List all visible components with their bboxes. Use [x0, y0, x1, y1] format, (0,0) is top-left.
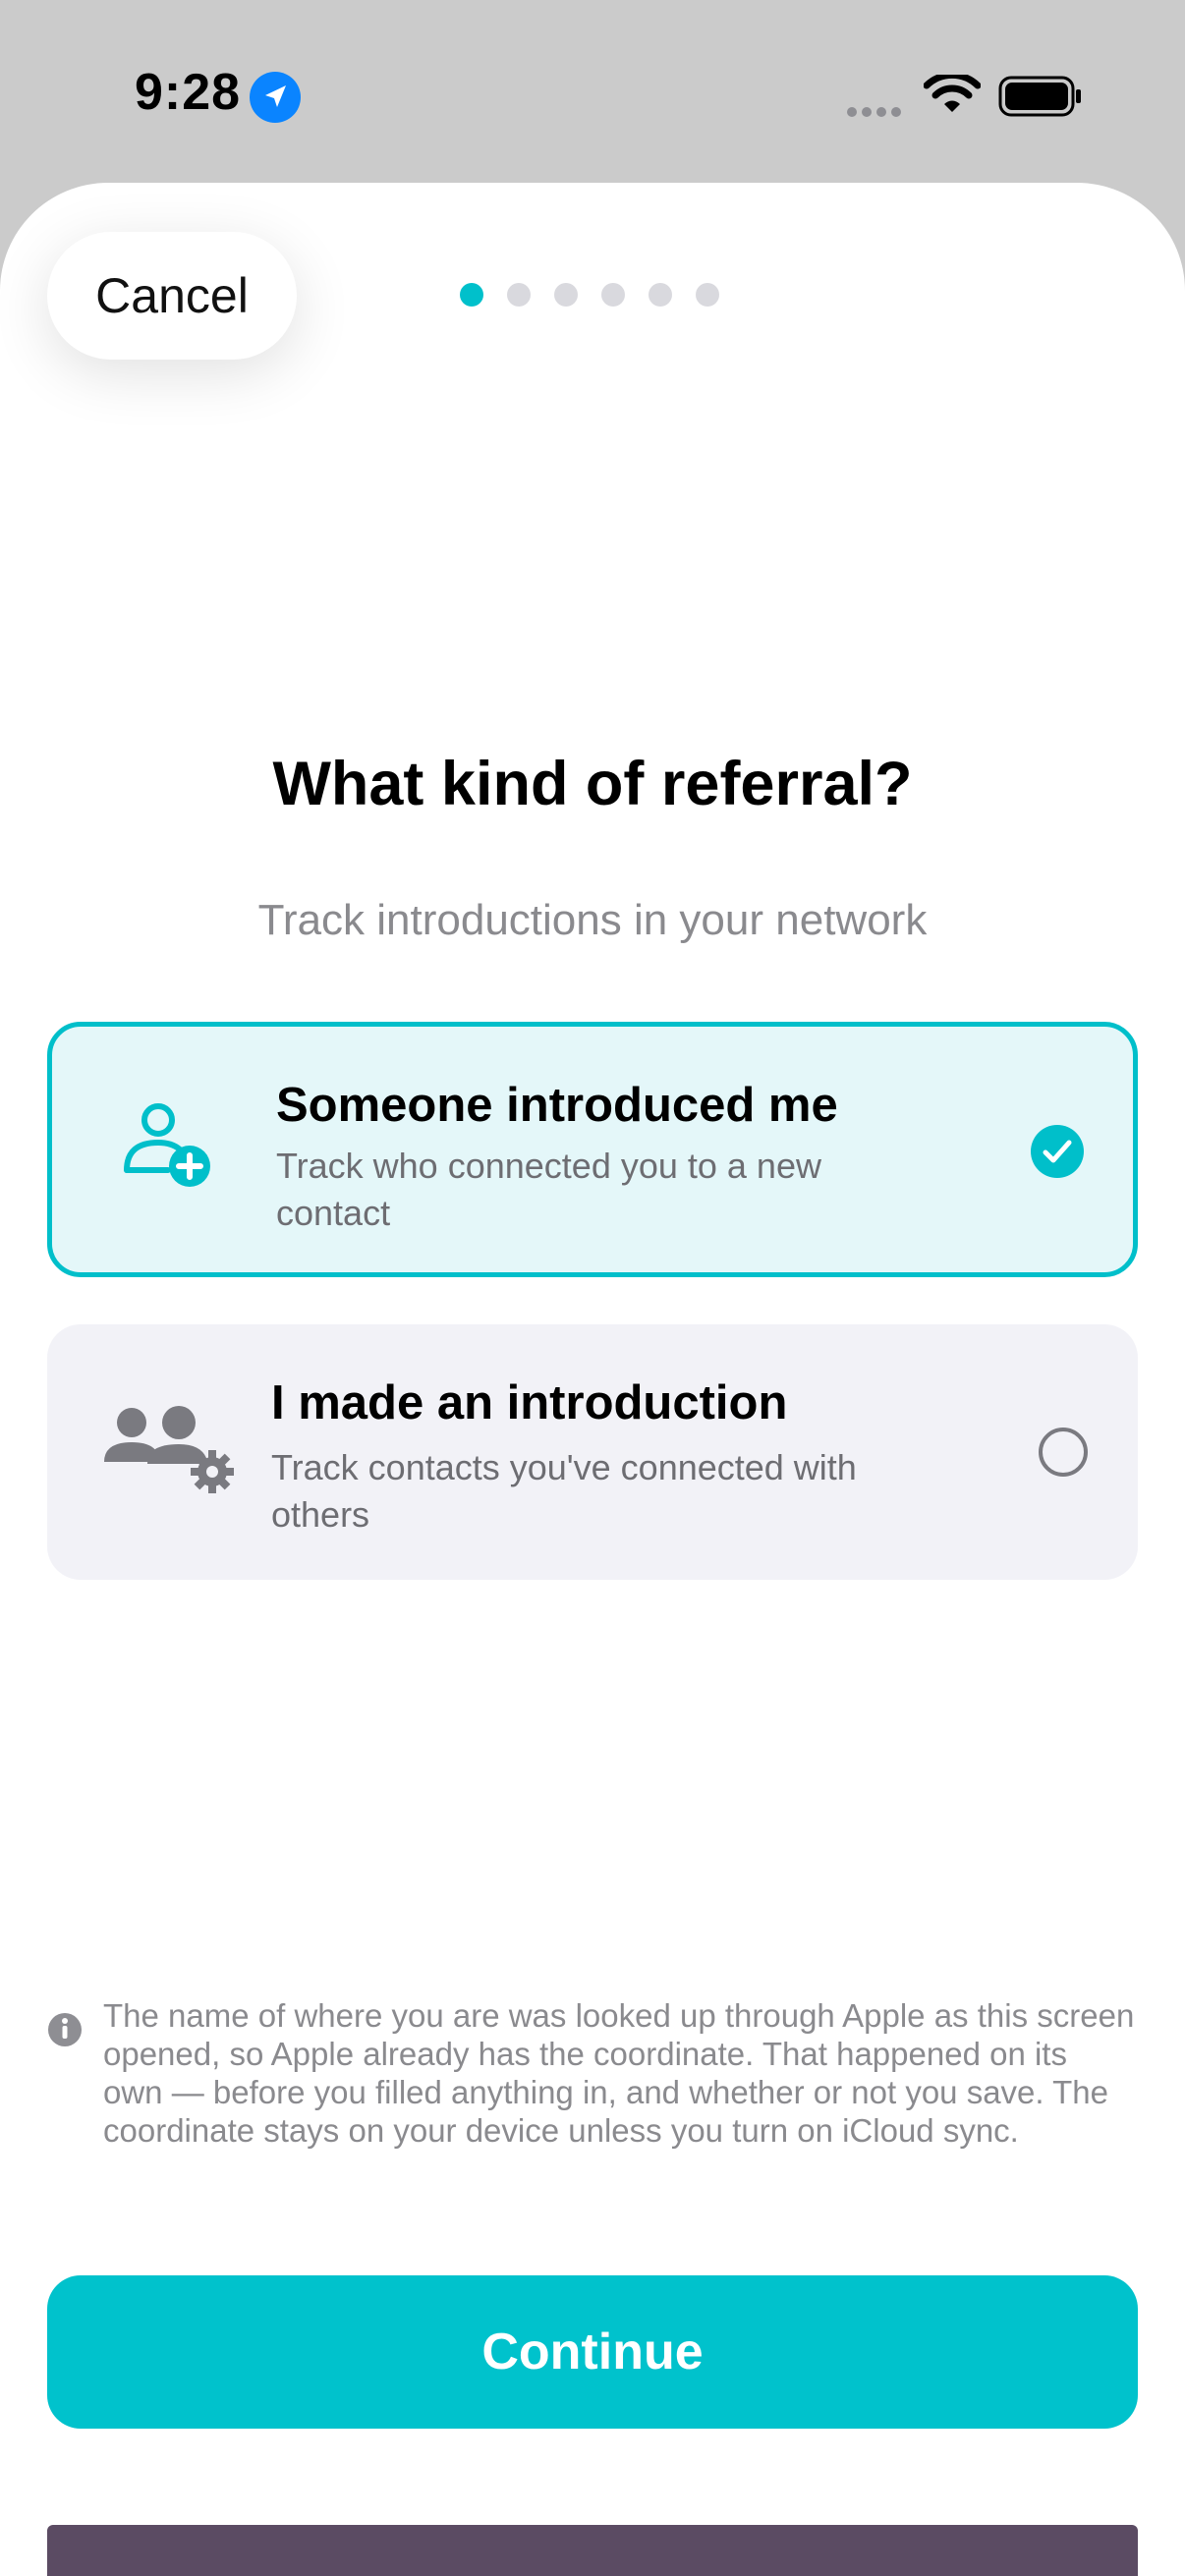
cancel-button[interactable]: Cancel — [47, 232, 297, 360]
option-someone-introduced-me[interactable]: Someone introduced me Track who connecte… — [47, 1022, 1138, 1277]
option-i-made-an-introduction[interactable]: I made an introduction Track contacts yo… — [47, 1324, 1138, 1580]
step-dot — [601, 283, 625, 307]
radio-unselected-icon — [1039, 1428, 1088, 1477]
checkmark-circle-icon — [1031, 1125, 1084, 1178]
step-dot — [507, 283, 531, 307]
step-progress-indicator — [460, 283, 719, 307]
page-subtitle: Track introductions in your network — [257, 896, 928, 944]
option-title: I made an introduction — [271, 1376, 788, 1429]
step-dot-active — [460, 283, 483, 307]
option-description: Track contacts you've connected with oth… — [271, 1447, 857, 1535]
referral-type-sheet: Cancel What kind of referral? Track intr… — [0, 183, 1185, 2576]
battery-icon — [998, 76, 1081, 117]
step-dot — [696, 283, 719, 307]
continue-button[interactable]: Continue — [47, 2275, 1138, 2429]
people-gear-icon — [104, 1406, 234, 1493]
location-arrow-icon — [250, 72, 301, 123]
page-title: What kind of referral? — [272, 750, 913, 818]
person-add-icon — [124, 1103, 210, 1187]
status-time: 9:28 — [135, 64, 242, 121]
background-content-peek — [47, 2525, 1138, 2576]
option-description: Track who connected you to a new contact — [276, 1146, 821, 1233]
wifi-icon — [924, 75, 981, 112]
option-title: Someone introduced me — [276, 1079, 838, 1132]
step-dot — [649, 283, 672, 307]
cellular-signal-icon — [847, 104, 906, 122]
step-dot — [554, 283, 578, 307]
location-privacy-note: The name of where you are was looked up … — [103, 1997, 1135, 2149]
status-bar: 9:28 — [0, 0, 1185, 187]
info-icon — [48, 2013, 82, 2046]
